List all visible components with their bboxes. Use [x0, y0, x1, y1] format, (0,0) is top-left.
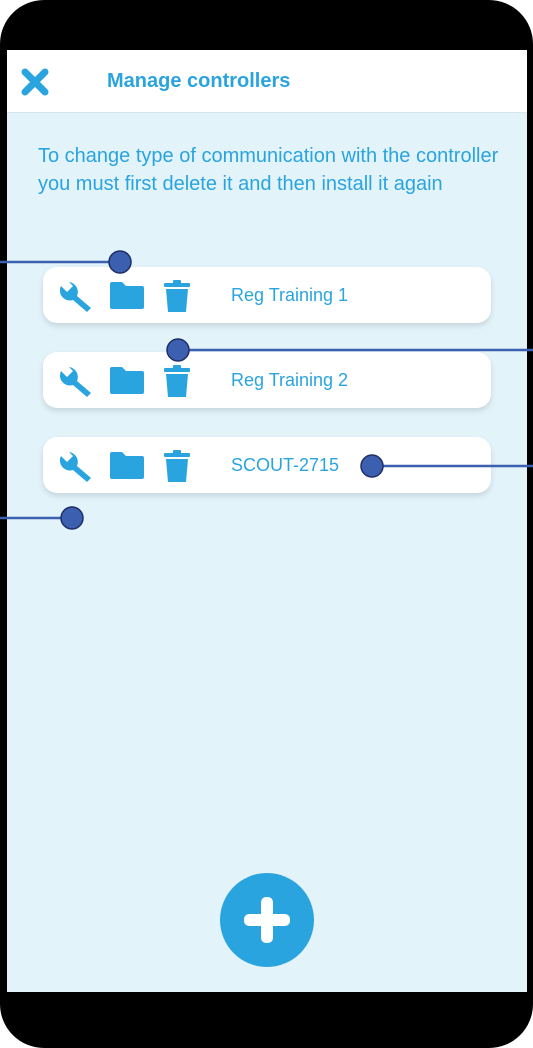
folder-icon[interactable] [109, 450, 145, 485]
page-title: Manage controllers [107, 70, 291, 92]
folder-icon[interactable] [109, 365, 145, 400]
controller-card: SCOUT-2715 [43, 437, 491, 493]
app-header: Manage controllers [7, 50, 527, 113]
trash-icon[interactable] [164, 365, 190, 402]
controller-name[interactable]: SCOUT-2715 [231, 455, 339, 476]
controller-name[interactable]: Reg Training 1 [231, 285, 348, 306]
info-text: To change type of communication with the… [38, 145, 499, 195]
phone-frame: Manage controllers To change type of com… [0, 0, 533, 1048]
app-screen: Manage controllers To change type of com… [7, 50, 527, 992]
wrench-icon[interactable] [57, 280, 97, 317]
close-icon [21, 68, 49, 96]
add-controller-button[interactable] [220, 873, 314, 967]
folder-icon[interactable] [109, 280, 145, 315]
trash-icon[interactable] [164, 450, 190, 487]
trash-icon[interactable] [164, 280, 190, 317]
controller-name[interactable]: Reg Training 2 [231, 370, 348, 391]
wrench-icon[interactable] [57, 450, 97, 487]
controller-card: Reg Training 2 [43, 352, 491, 408]
controller-card: Reg Training 1 [43, 267, 491, 323]
close-button[interactable] [17, 64, 53, 100]
wrench-icon[interactable] [57, 365, 97, 402]
plus-icon [244, 897, 290, 943]
